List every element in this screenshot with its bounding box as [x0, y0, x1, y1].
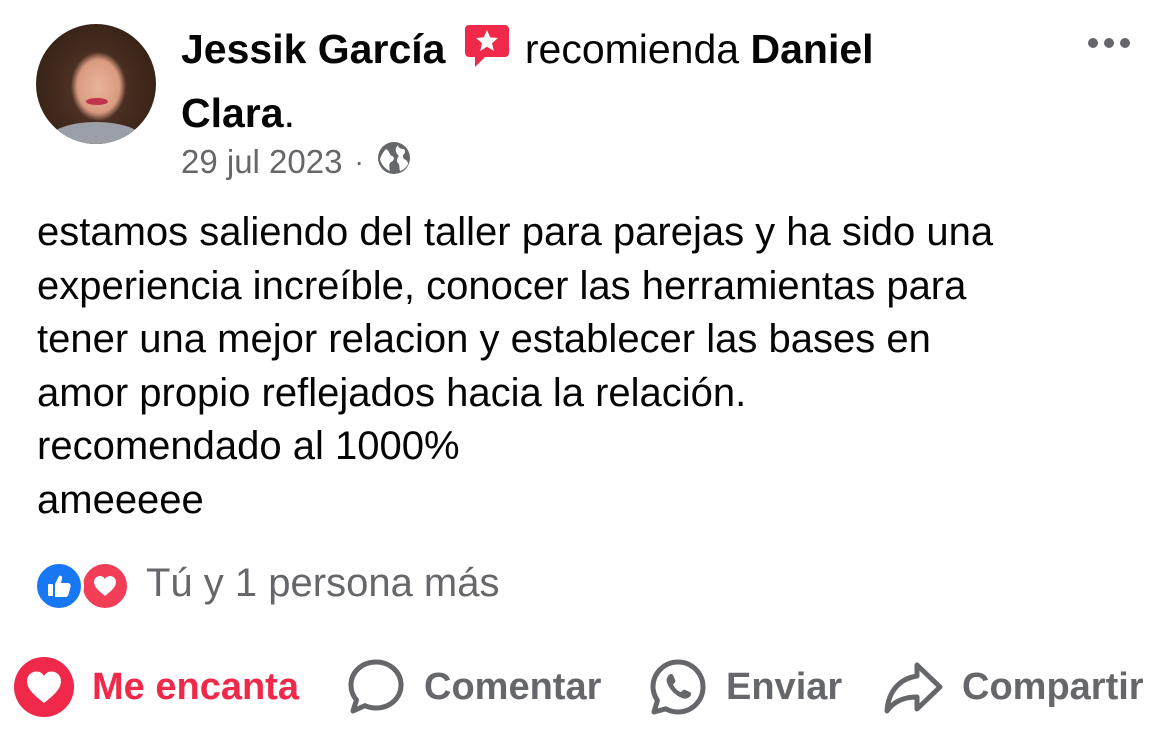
- post-header-title: Jessik García recomienda Daniel Clara.: [181, 20, 1041, 142]
- post-action-bar: Me encanta Comentar Enviar Compartir: [0, 650, 1170, 724]
- more-dot: [1088, 38, 1098, 48]
- love-icon: [80, 561, 130, 611]
- reaction-icons: [34, 559, 138, 611]
- more-options-button[interactable]: [1088, 38, 1130, 48]
- author-avatar[interactable]: [36, 24, 156, 144]
- comment-button[interactable]: Comentar: [346, 650, 601, 724]
- globe-icon: [376, 140, 412, 184]
- post-date[interactable]: 29 jul 2023: [181, 143, 342, 181]
- share-icon: [882, 657, 944, 717]
- post-meta: 29 jul 2023 ·: [181, 140, 412, 184]
- post-body: estamos saliendo del taller para parejas…: [37, 210, 994, 522]
- author-name[interactable]: Jessik García: [181, 26, 445, 72]
- reaction-summary-text: Tú y 1 persona más: [146, 560, 500, 605]
- page-name-cont[interactable]: Clara: [181, 90, 284, 136]
- send-button[interactable]: Enviar: [648, 650, 842, 724]
- recommend-badge-icon: [463, 21, 511, 84]
- heart-icon: [14, 657, 74, 717]
- share-button[interactable]: Compartir: [882, 650, 1144, 724]
- love-reaction-button[interactable]: Me encanta: [14, 650, 299, 724]
- share-label: Compartir: [962, 665, 1144, 708]
- more-dot: [1120, 38, 1130, 48]
- send-label: Enviar: [726, 665, 843, 708]
- like-icon: [34, 561, 84, 611]
- recommend-verb: recomienda: [524, 26, 740, 72]
- avatar-shirt: [46, 122, 146, 144]
- more-dot: [1104, 38, 1114, 48]
- reactions-summary[interactable]: Tú y 1 persona más: [34, 556, 500, 611]
- meta-separator: ·: [354, 146, 364, 177]
- avatar-lips: [86, 98, 108, 105]
- love-reaction-label: Me encanta: [92, 665, 299, 708]
- page-name[interactable]: Daniel: [751, 26, 874, 72]
- whatsapp-icon: [648, 657, 708, 717]
- comment-icon: [346, 657, 406, 717]
- page-name-period: .: [283, 90, 295, 136]
- comment-label: Comentar: [424, 665, 602, 708]
